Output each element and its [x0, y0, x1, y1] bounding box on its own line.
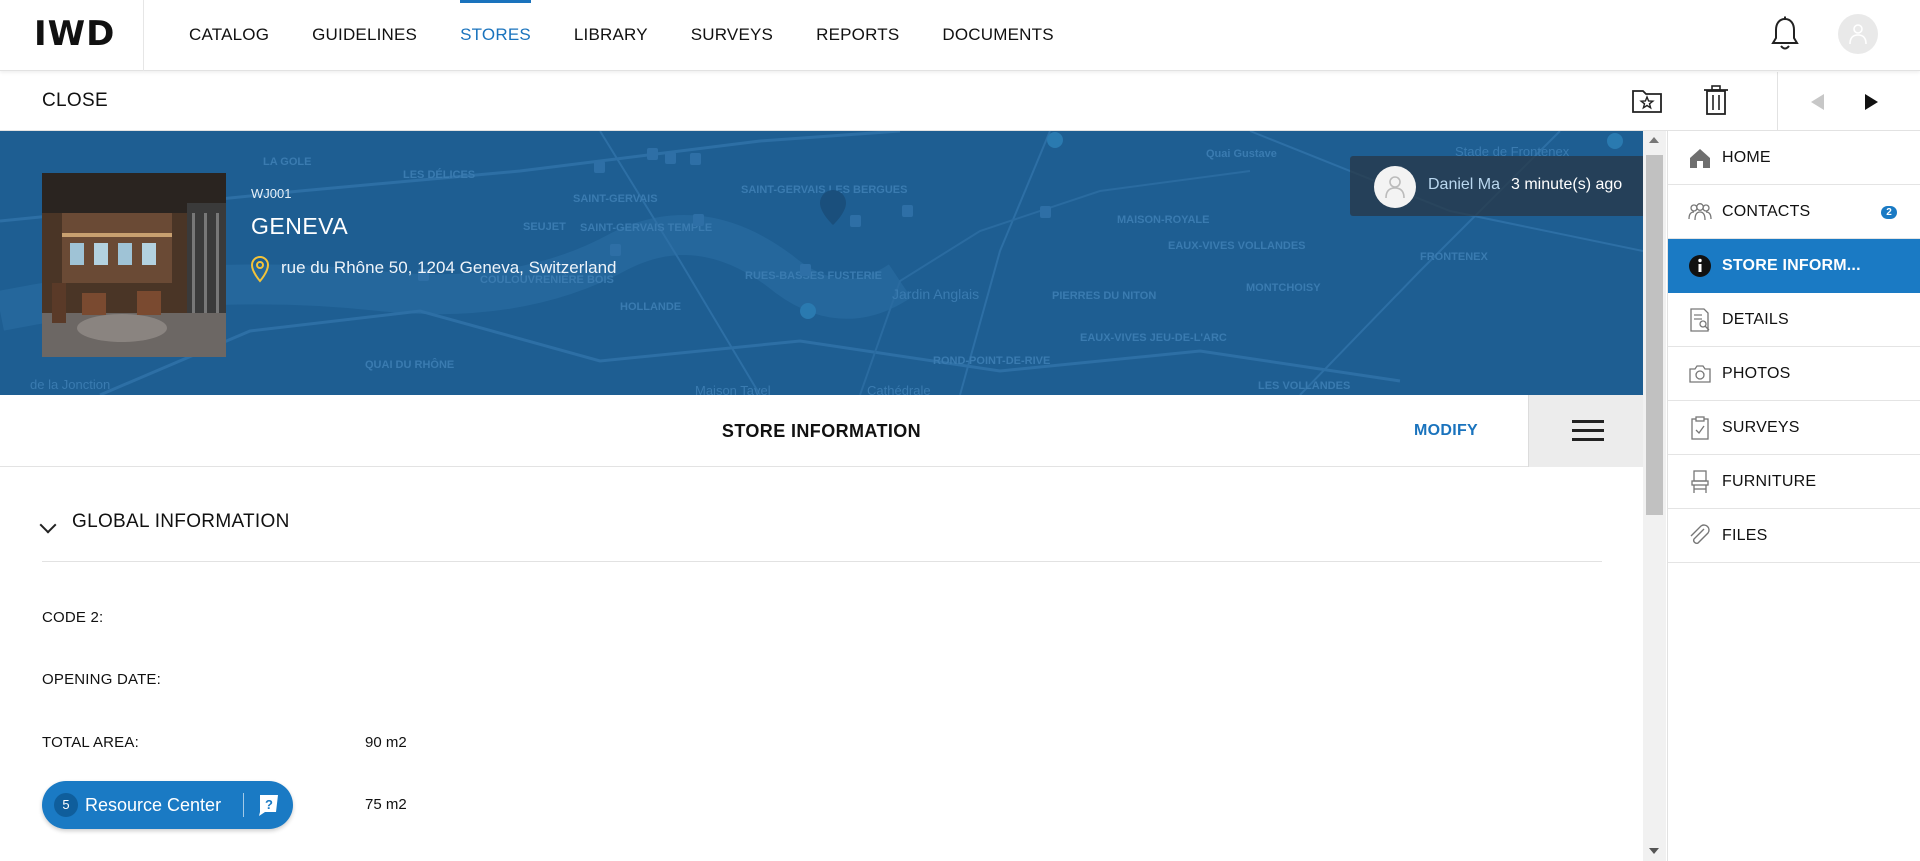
resource-center-label: Resource Center — [85, 795, 222, 815]
sidebar-item-details[interactable]: DETAILS — [1668, 293, 1920, 347]
record-toolbar: CLOSE — [0, 72, 1920, 131]
section-header: STORE INFORMATION MODIFY — [0, 395, 1643, 467]
next-record-button[interactable] — [1865, 94, 1878, 110]
folder-star-icon[interactable] — [1631, 86, 1663, 116]
app-logo[interactable]: IWD — [34, 17, 115, 51]
field-value-total-area: 90 m2 — [365, 734, 407, 751]
field-label-code2: CODE 2: — [42, 609, 104, 626]
map-label-11: Jardin Anglais — [892, 286, 979, 302]
field-label-opening-date: OPENING DATE: — [42, 671, 162, 688]
contacts-icon — [1688, 203, 1712, 221]
nav-reports[interactable]: REPORTS — [816, 0, 899, 71]
close-button[interactable]: CLOSE — [42, 90, 108, 112]
sidebar-item-surveys[interactable]: SURVEYS — [1668, 401, 1920, 455]
sidebar-item-label: SURVEYS — [1722, 419, 1800, 436]
bell-icon[interactable] — [1770, 16, 1800, 52]
top-navigation-bar: IWD CATALOG GUIDELINES STORES LIBRARY SU… — [0, 0, 1920, 71]
activity-user-link[interactable]: Daniel Ma — [1428, 176, 1500, 194]
nav-surveys[interactable]: SURVEYS — [691, 0, 773, 71]
logo-divider — [143, 0, 144, 71]
section-title: STORE INFORMATION — [721, 421, 922, 441]
modify-button[interactable]: MODIFY — [1414, 422, 1478, 440]
map-label-1: LA GOLE — [263, 156, 311, 168]
sidebar-item-photos[interactable]: PHOTOS — [1668, 347, 1920, 401]
help-chat-icon: ? — [259, 795, 278, 816]
chair-icon — [1691, 470, 1709, 493]
sidebar-item-label: STORE INFORM... — [1722, 257, 1861, 274]
map-label-13: EAUX-VIVES JEU-DE-L'ARC — [1080, 332, 1227, 344]
resource-center-divider — [243, 793, 244, 817]
field-value-sales-area: 75 m2 — [365, 796, 407, 813]
map-label-6: SAINT-GERVAIS TEMPLE — [580, 222, 712, 234]
scroll-thumb[interactable] — [1646, 155, 1663, 515]
sidebar-item-home[interactable]: HOME — [1668, 131, 1920, 185]
nav-stores[interactable]: STORES — [460, 0, 531, 71]
nav-guidelines[interactable]: GUIDELINES — [312, 0, 417, 71]
store-address: rue du Rhône 50, 1204 Geneva, Switzerlan… — [281, 258, 617, 277]
field-label-total-area: TOTAL AREA: — [42, 734, 139, 751]
clipboard-check-icon — [1691, 416, 1709, 440]
sidebar-item-furniture[interactable]: FURNITURE — [1668, 455, 1920, 509]
nav-library[interactable]: LIBRARY — [574, 0, 648, 71]
map-label-21: Maison Tavel — [695, 383, 771, 395]
details-icon — [1690, 308, 1710, 332]
scroll-up-arrow[interactable] — [1649, 137, 1659, 143]
location-pin-icon — [250, 255, 270, 283]
resource-center-count: 5 — [54, 793, 78, 817]
store-name: GENEVA — [251, 213, 349, 239]
sidebar-item-label: PHOTOS — [1722, 365, 1791, 382]
chevron-down-icon[interactable] — [39, 516, 57, 534]
trash-icon[interactable] — [1703, 84, 1729, 116]
global-information-title[interactable]: GLOBAL INFORMATION — [72, 511, 290, 533]
sidebar-item-label: FILES — [1722, 527, 1768, 544]
nav-catalog[interactable]: CATALOG — [189, 0, 269, 71]
user-avatar-icon — [1374, 166, 1416, 208]
map-label-23: de la Jonction — [30, 377, 110, 392]
map-label-10: RUES-BASSES FUSTERIE — [745, 270, 882, 282]
store-sidebar: HOME CONTACTS 2 STORE INFORM... DETAILS — [1667, 131, 1920, 861]
main-nav: CATALOG GUIDELINES STORES LIBRARY SURVEY… — [189, 0, 1097, 71]
map-label-16: MONTCHOISY — [1246, 282, 1321, 294]
map-label-8: HOLLANDE — [620, 301, 681, 313]
sidebar-item-label: DETAILS — [1722, 311, 1789, 328]
map-label-2: LES DÉLICES — [403, 168, 475, 181]
last-activity-badge: Daniel Ma 3 minute(s) ago — [1350, 156, 1643, 216]
hamburger-menu-icon[interactable] — [1528, 395, 1643, 467]
sidebar-item-files[interactable]: FILES — [1668, 509, 1920, 563]
store-hero-banner: LA GOLE LES DÉLICES SAINT-GERVAIS SAINT-… — [0, 131, 1643, 395]
map-label-18: ROND-POINT-DE-RIVE — [933, 355, 1050, 367]
scroll-down-arrow[interactable] — [1649, 848, 1659, 854]
sidebar-item-contacts[interactable]: CONTACTS 2 — [1668, 185, 1920, 239]
store-code: WJ001 — [251, 186, 292, 201]
store-photo[interactable] — [42, 173, 226, 357]
map-label-22: Cathédrale — [867, 383, 931, 395]
divider — [42, 561, 1602, 562]
info-icon — [1689, 255, 1711, 277]
map-label-9: QUAI DU RHÔNE — [365, 358, 454, 371]
map-label-3: SAINT-GERVAIS — [573, 193, 658, 205]
contacts-count-badge: 2 — [1881, 206, 1897, 219]
paperclip-icon — [1690, 524, 1710, 544]
previous-record-button[interactable] — [1811, 94, 1824, 110]
map-label-15: EAUX-VIVES VOLLANDES — [1168, 240, 1306, 252]
map-label-5: SEUJET — [523, 221, 566, 233]
map-label-12: PIERRES DU NITON — [1052, 290, 1156, 302]
sidebar-item-label: HOME — [1722, 149, 1771, 166]
map-label-14: MAISON-ROYALE — [1117, 214, 1210, 226]
pager-divider — [1777, 72, 1778, 131]
nav-documents[interactable]: DOCUMENTS — [942, 0, 1053, 71]
map-label-19: LES VOLLANDES — [1258, 380, 1350, 392]
svg-text:?: ? — [265, 797, 273, 812]
user-avatar-icon[interactable] — [1838, 14, 1878, 54]
sidebar-item-label: FURNITURE — [1722, 473, 1817, 490]
activity-time: 3 minute(s) ago — [1511, 176, 1623, 193]
resource-center-button[interactable]: 5 Resource Center ? — [42, 781, 293, 829]
map-label-17: FRONTENEX — [1420, 251, 1489, 263]
sidebar-item-label: CONTACTS — [1722, 203, 1811, 220]
sidebar-item-store-information[interactable]: STORE INFORM... — [1668, 239, 1920, 293]
camera-icon — [1689, 365, 1711, 383]
home-icon — [1690, 149, 1710, 168]
map-label-24: Quai Gustave — [1206, 148, 1277, 160]
content-scrollbar[interactable] — [1643, 131, 1666, 861]
